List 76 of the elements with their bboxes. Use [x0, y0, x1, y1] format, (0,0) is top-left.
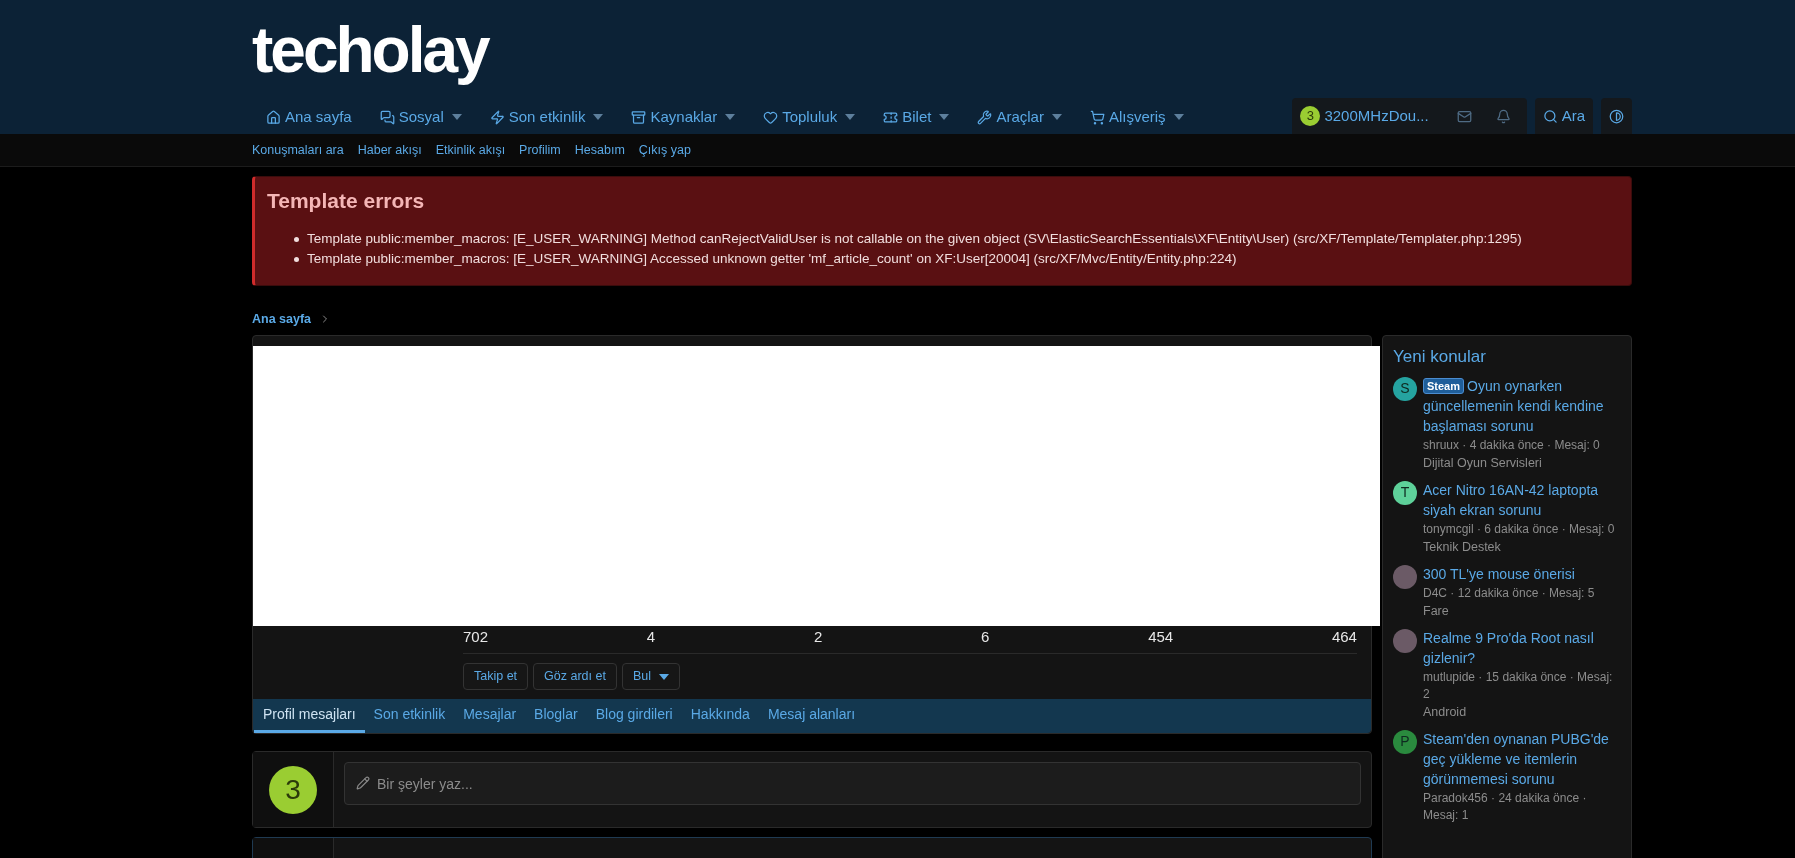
nav-tab[interactable]: Sosyal [365, 100, 476, 134]
thread-title-link[interactable]: Acer Nitro 16AN-42 laptopta siyah ekran sorunu [1423, 479, 1621, 520]
home-icon [266, 109, 281, 125]
thread-meta: shruux · 4 dakika önce · Mesaj: 0 [1423, 436, 1601, 454]
composer-avatar[interactable]: 3 [269, 765, 317, 814]
lightning-icon [489, 109, 505, 125]
stat-value: 2 [813, 627, 823, 648]
profile-tab[interactable]: Blog girdileri [586, 699, 682, 734]
thread-title-link[interactable]: 300 TL'ye mouse önerisi [1423, 563, 1621, 584]
ticket-icon [883, 109, 899, 125]
user-avatar[interactable]: 3 [1300, 106, 1321, 126]
profile-action-button[interactable]: Bul [621, 663, 680, 691]
letter-avatar[interactable]: P [1393, 729, 1417, 754]
cart-icon [1089, 109, 1105, 125]
mail-icon[interactable] [1456, 108, 1472, 124]
breadcrumb-link[interactable]: Ana sayfa [252, 309, 312, 329]
search-icon [1542, 108, 1558, 124]
error-message: Template public:member_macros: [E_USER_WARNING] Accessed unknown getter 'mf_article_count' on XF:User[20004] (src/XF/Mvc/Entity/Entity.php:224) [307, 249, 1237, 268]
stat-value: 6 [981, 627, 990, 648]
message-input[interactable]: Bir şeyler yaz... [344, 762, 1361, 806]
profile-action-button[interactable]: Göz ardı et [533, 663, 617, 691]
thread-meta: mutlupide · 15 dakika önce · Mesaj: 2 [1423, 668, 1614, 703]
subnav-link[interactable]: Konuşmaları ara [252, 140, 344, 160]
letter-avatar[interactable]: S [1393, 376, 1417, 401]
user-avatar-image[interactable] [1393, 628, 1417, 653]
thread-meta: D4C · 12 dakika önce · Mesaj: 5 [1423, 584, 1596, 602]
archive-box-icon [631, 109, 647, 125]
bullet-icon [294, 256, 299, 262]
thread-meta: tonymcgil · 6 dakika önce · Mesaj: 0 [1423, 520, 1616, 538]
thread-meta: Paradok456 · 24 dakika önce · Mesaj: 1 [1423, 789, 1588, 824]
chat-bubbles-icon [379, 109, 395, 125]
forum-name: Fare [1423, 602, 1450, 620]
subnav-link[interactable]: Etkinlik akışı [435, 140, 506, 160]
nav-tab[interactable]: Kaynaklar [617, 100, 750, 134]
letter-avatar[interactable]: T [1393, 480, 1417, 505]
pencil-icon [356, 776, 370, 791]
profile-action-button[interactable]: Takip et [463, 663, 529, 691]
forum-name: Android [1423, 703, 1468, 721]
thread-title-link[interactable]: Realme 9 Pro'da Root nasıl gizlenir? [1423, 627, 1621, 668]
user-link[interactable]: 3200MHzDou... [1324, 104, 1429, 128]
bell-icon[interactable] [1495, 108, 1511, 124]
stat-value: 702 [463, 627, 489, 648]
error-title: Template errors [267, 188, 426, 214]
profile-tab[interactable]: Profil mesajları [254, 699, 365, 734]
stat-value: 464 [1331, 627, 1357, 648]
nav-tab[interactable]: Topluluk [749, 100, 870, 134]
nav-tab[interactable]: Ana sayfa [252, 100, 366, 134]
nav-tab[interactable]: Araçlar [963, 100, 1076, 134]
contrast-icon [1609, 108, 1624, 124]
stat-value: 4 [646, 627, 656, 648]
nav-tab[interactable]: Bilet [869, 100, 964, 134]
forum-name: Dijital Oyun Servisleri [1423, 454, 1543, 472]
stat-value: 454 [1148, 627, 1174, 648]
nav-tab[interactable]: Son etkinlik [475, 100, 618, 134]
profile-tab[interactable]: Mesajlar [454, 699, 526, 734]
subnav-link[interactable]: Haber akışı [357, 140, 422, 160]
subnav-link[interactable]: Hesabım [574, 140, 625, 160]
user-avatar-image[interactable] [1393, 564, 1417, 589]
profile-tab[interactable]: Mesaj alanları [758, 699, 865, 734]
theme-toggle[interactable] [1601, 98, 1632, 134]
search-button[interactable]: Ara [1534, 98, 1593, 134]
heart-icon [763, 109, 779, 125]
thread-title-link[interactable]: Steam'den oynanan PUBG'de geç yükleme ve itemlerin görünmemesi sorunu [1423, 728, 1621, 789]
prefix-label: Steam [1423, 377, 1465, 394]
nav-tab[interactable]: Alışveriş [1075, 100, 1198, 134]
thread-title-link[interactable]: Steam Oyun oynarken güncellemenin kendi kendine başlaması sorunu [1423, 375, 1621, 436]
forum-name: Teknik Destek [1423, 538, 1502, 556]
error-message: Template public:member_macros: [E_USER_WARNING] Method canRejectValidUser is not callable on the given object (SV\ElasticSearchEssentials\XF\Entity\User) (src/XF/Template/Templater.php:1295) [307, 229, 1522, 248]
profile-tab[interactable]: Hakkında [681, 699, 759, 734]
profile-tab[interactable]: Son etkinlik [364, 699, 455, 734]
subnav-link[interactable]: Çıkış yap [638, 140, 691, 160]
tools-icon [977, 109, 993, 125]
bullet-icon [294, 236, 299, 242]
subnav-link[interactable]: Profilim [519, 140, 561, 160]
sidebar-title: Yeni konular [1393, 346, 1487, 369]
profile-tab[interactable]: Bloglar [525, 699, 587, 734]
